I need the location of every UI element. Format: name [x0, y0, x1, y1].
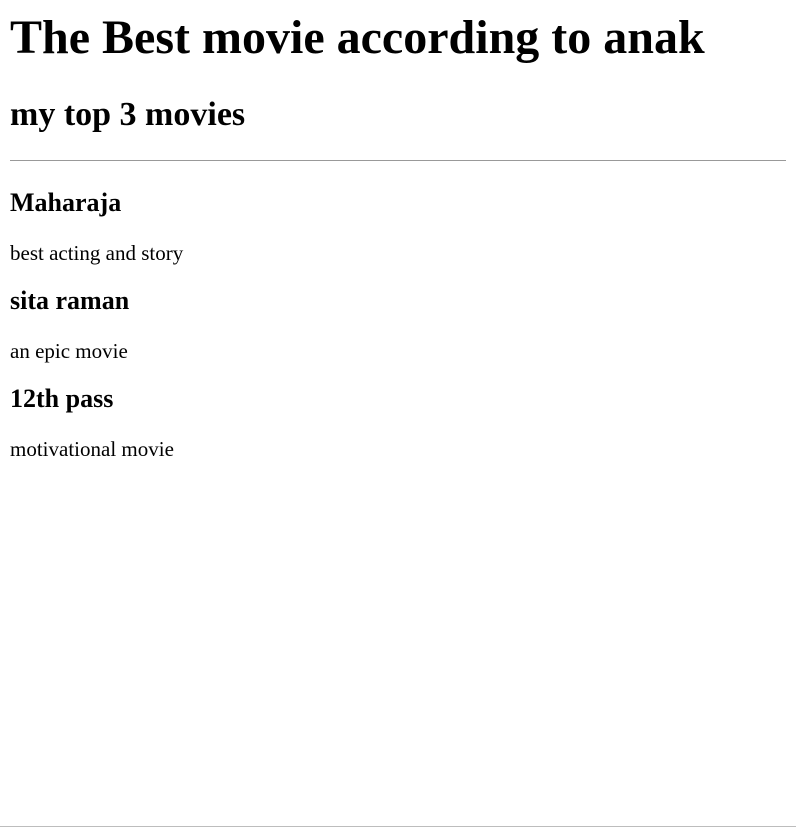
page-subtitle: my top 3 movies	[10, 96, 246, 133]
movie-title: Maharaja	[10, 188, 122, 217]
list-item: Maharaja best acting and story	[10, 187, 786, 266]
movie-title: sita raman	[10, 286, 130, 315]
movie-description: an epic movie	[10, 339, 128, 363]
movie-description: motivational movie	[10, 437, 174, 461]
page: The Best movie according to anak my top …	[0, 0, 796, 827]
list-item: sita raman an epic movie	[10, 285, 786, 364]
page-title: The Best movie according to anak	[10, 11, 705, 64]
movie-description: best acting and story	[10, 241, 184, 265]
movie-title: 12th pass	[10, 384, 114, 413]
movie-list: Maharaja best acting and story sita rama…	[10, 187, 786, 462]
content: The Best movie according to anak my top …	[0, 0, 796, 462]
divider	[10, 160, 786, 161]
list-item: 12th pass motivational movie	[10, 383, 786, 462]
